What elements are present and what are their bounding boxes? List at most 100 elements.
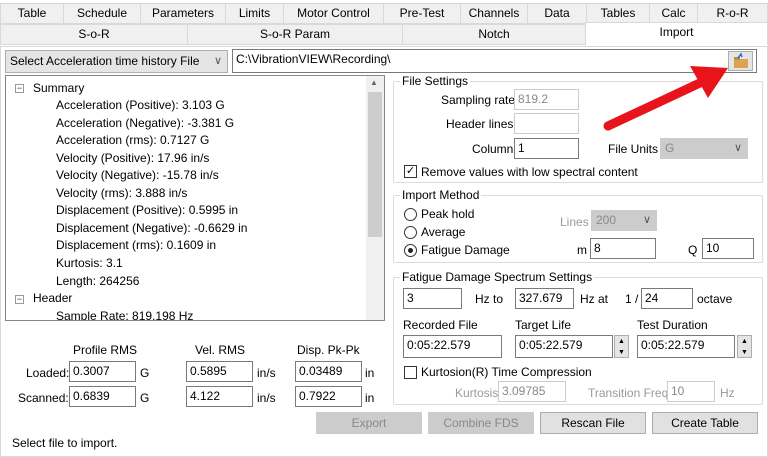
m-input[interactable]: 8: [590, 238, 656, 259]
chevron-down-icon: ∨: [733, 142, 742, 154]
kurtosion-checkbox[interactable]: [404, 366, 417, 379]
tree-item: Kurtosis: 3.1: [56, 256, 123, 270]
header-lines-label: Header lines: [446, 117, 514, 131]
profile-rms-header: Profile RMS: [73, 343, 138, 357]
tree-item: Acceleration (Negative): -3.381 G: [56, 116, 235, 130]
loaded-disp-pkpk[interactable]: 0.03489: [295, 361, 362, 382]
tab-schedule[interactable]: Schedule: [63, 3, 141, 24]
fds-from-input[interactable]: 3: [403, 288, 462, 309]
unit-label: in: [365, 366, 375, 380]
fds-to-input[interactable]: 327.679: [515, 288, 574, 309]
tab-notch[interactable]: Notch: [402, 24, 586, 45]
chevron-down-icon: ∨: [642, 214, 651, 226]
arrow-down-icon[interactable]: ▼: [615, 347, 628, 358]
rescan-file-button[interactable]: Rescan File: [540, 412, 646, 434]
tab-s-o-r[interactable]: S-o-R: [0, 24, 188, 45]
collapse-header-icon[interactable]: −: [15, 295, 24, 304]
tab-table[interactable]: Table: [0, 3, 64, 24]
tree-node-summary[interactable]: Summary: [33, 81, 84, 95]
vel-rms-header: Vel. RMS: [195, 343, 246, 357]
recorded-file-label: Recorded File: [403, 318, 478, 332]
unit-label: in/s: [257, 366, 276, 380]
tree-item: Displacement (rms): 0.1609 in: [56, 238, 217, 252]
transition-freq-label: Transition Freq: [588, 386, 669, 400]
path-value: C:\VibrationVIEW\Recording\: [236, 52, 391, 66]
octave-input[interactable]: 24: [641, 288, 693, 309]
tab-s-o-r-param[interactable]: S-o-R Param: [187, 24, 403, 45]
tree-item: Length: 264256: [56, 274, 140, 288]
scanned-vel-rms[interactable]: 4.122: [186, 386, 253, 407]
tab-pre-test[interactable]: Pre-Test: [383, 3, 461, 24]
create-table-button[interactable]: Create Table: [652, 412, 758, 434]
combine-fds-button[interactable]: Combine FDS: [428, 412, 534, 434]
tree-item: Acceleration (Positive): 3.103 G: [56, 98, 225, 112]
lines-select[interactable]: 200 ∨: [591, 210, 657, 231]
tree-scrollbar[interactable]: ▲: [366, 76, 384, 320]
transition-freq-input[interactable]: 10: [667, 381, 715, 402]
octave-label: octave: [697, 292, 733, 306]
tab-limits[interactable]: Limits: [225, 3, 284, 24]
target-life-input[interactable]: 0:05:22.579: [515, 335, 613, 358]
tab-channels[interactable]: Channels: [460, 3, 528, 24]
file-info-tree[interactable]: − Summary Acceleration (Positive): 3.103…: [5, 75, 385, 321]
file-units-select[interactable]: G ∨: [660, 138, 748, 159]
tab-parameters[interactable]: Parameters: [140, 3, 226, 24]
fds-title: Fatigue Damage Spectrum Settings: [400, 270, 595, 284]
kurtosion-label: Kurtosion(R) Time Compression: [421, 365, 592, 379]
header-lines-input[interactable]: [514, 113, 579, 134]
hz-label: Hz: [720, 386, 735, 400]
tree-item: Velocity (Negative): -15.78 in/s: [56, 168, 219, 182]
tab-data[interactable]: Data: [527, 3, 587, 24]
tree-node-header[interactable]: Header: [33, 291, 72, 305]
annotation-arrow-icon: [603, 66, 728, 131]
collapse-summary-icon[interactable]: −: [15, 84, 24, 93]
loaded-profile-rms[interactable]: 0.3007: [69, 361, 136, 382]
tab-import[interactable]: Import: [585, 22, 768, 45]
remove-low-checkbox[interactable]: ✓: [404, 165, 417, 178]
test-duration-input[interactable]: 0:05:22.579: [637, 335, 735, 358]
file-units-value: G: [665, 141, 675, 155]
sampling-rate-input[interactable]: 819.2: [514, 89, 579, 110]
sampling-rate-label: Sampling rate: [441, 93, 516, 107]
unit-label: G: [140, 391, 150, 405]
tab-tables[interactable]: Tables: [586, 3, 650, 24]
fatigue-damage-label: Fatigue Damage: [421, 243, 510, 257]
import-method-title: Import Method: [400, 188, 482, 202]
tree-item: Acceleration (rms): 0.7127 G: [56, 133, 210, 147]
lines-label: Lines: [560, 215, 589, 229]
arrow-up-icon[interactable]: ▲: [738, 336, 751, 347]
column-label: Column: [472, 142, 514, 156]
scrollbar-thumb[interactable]: [368, 92, 382, 237]
scanned-profile-rms[interactable]: 0.6839: [69, 386, 136, 407]
loaded-vel-rms[interactable]: 0.5895: [186, 361, 253, 382]
arrow-up-icon[interactable]: ▲: [615, 336, 628, 347]
tab-calc[interactable]: Calc: [649, 3, 698, 24]
scanned-disp-pkpk[interactable]: 0.7922: [295, 386, 362, 407]
recorded-file-input[interactable]: 0:05:22.579: [403, 335, 502, 358]
unit-label: in/s: [257, 391, 276, 405]
tab-motor-control[interactable]: Motor Control: [283, 3, 384, 24]
q-input[interactable]: 10: [702, 238, 754, 259]
file-type-select[interactable]: Select Acceleration time history File ∨: [5, 50, 228, 73]
peak-hold-radio[interactable]: [404, 208, 417, 221]
export-button[interactable]: Export: [316, 412, 422, 434]
file-type-value: Select Acceleration time history File: [10, 54, 200, 68]
q-label: Q: [688, 243, 698, 257]
column-input[interactable]: 1: [514, 138, 579, 159]
average-label: Average: [421, 225, 466, 239]
tab-r-o-r[interactable]: R-o-R: [697, 3, 768, 24]
test-duration-spinner[interactable]: ▲ ▼: [737, 335, 752, 358]
loaded-label: Loaded:: [26, 366, 70, 380]
fatigue-damage-radio[interactable]: [404, 244, 417, 257]
kurtosis-input[interactable]: 3.09785: [498, 381, 566, 402]
target-life-spinner[interactable]: ▲ ▼: [614, 335, 629, 358]
hz-at-label: Hz at: [580, 292, 609, 306]
one-over-label: 1 /: [625, 292, 639, 306]
average-radio[interactable]: [404, 226, 417, 239]
kurtosis-label: Kurtosis: [455, 386, 499, 400]
file-settings-title: File Settings: [400, 74, 471, 88]
m-label: m: [577, 243, 587, 257]
hz-to-label: Hz to: [475, 292, 504, 306]
unit-label: G: [140, 366, 150, 380]
arrow-down-icon[interactable]: ▼: [738, 347, 751, 358]
